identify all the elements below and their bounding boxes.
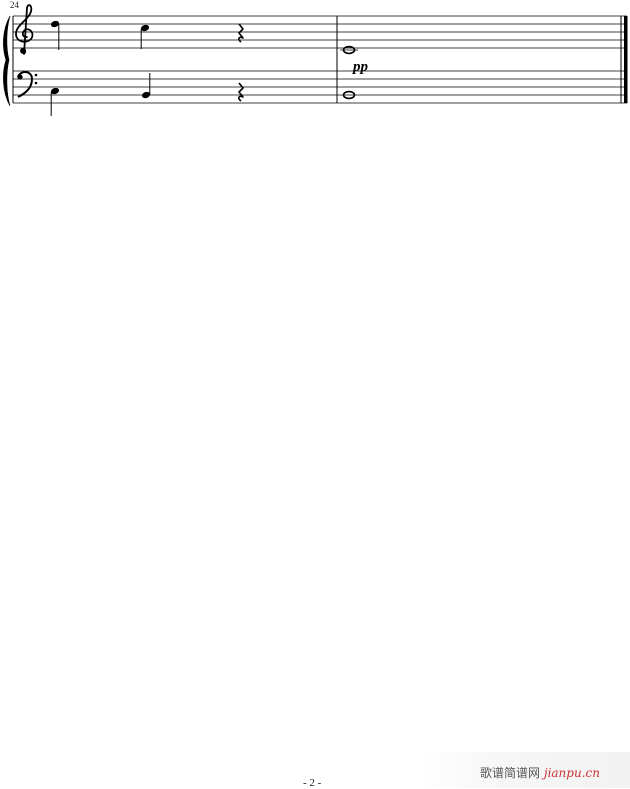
measure-number: 24 [10,0,19,10]
treble-clef-icon [15,4,34,55]
treble-note-c5 [140,24,150,49]
treble-quarter-rest [238,23,244,43]
music-system [3,4,628,116]
bass-note-c3 [141,73,151,99]
watermark-site-url: jianpu.cn [543,766,600,780]
watermark-site-name: 歌谱简谱网 [480,766,541,780]
bass-note-d3 [50,87,60,116]
final-barline-thick [624,16,628,103]
dynamic-marking: pp [353,59,368,75]
bass-staff [13,70,627,104]
watermark: 歌谱简谱网 jianpu.cn [480,764,600,781]
bass-quarter-rest [238,82,244,102]
treble-note-d5 [50,20,60,50]
grand-staff-brace [3,15,11,107]
treble-staff [13,15,627,49]
bass-clef-icon [17,71,38,98]
page-number: - 2 - [303,777,322,789]
